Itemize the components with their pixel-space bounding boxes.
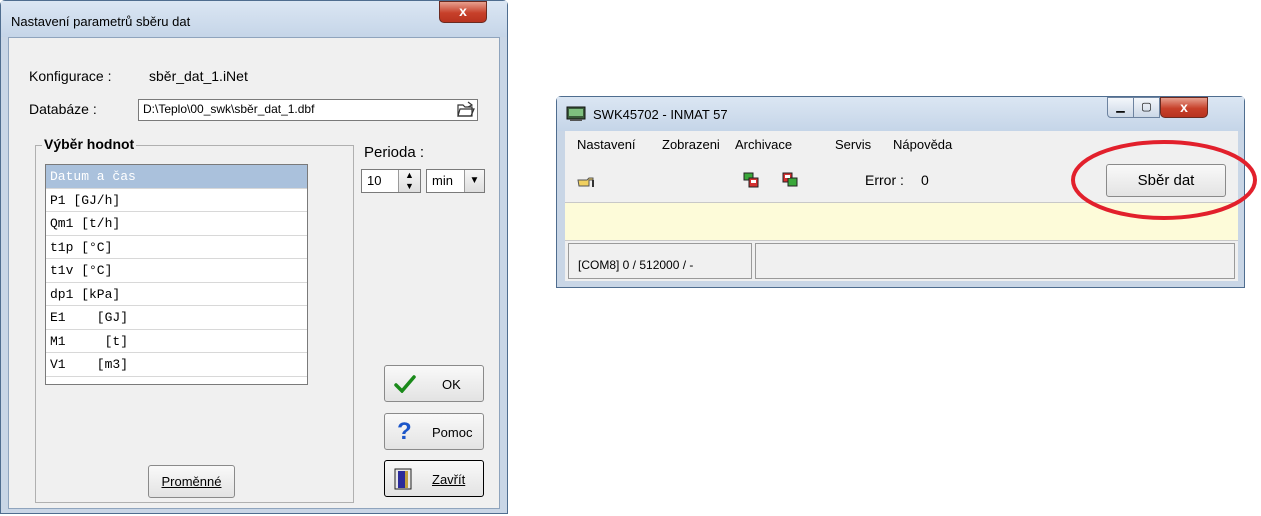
list-item[interactable]: E1 [GJ] <box>46 306 307 330</box>
variables-button[interactable]: Proměnné <box>148 465 235 498</box>
menu-archivace[interactable]: Archivace <box>735 137 792 152</box>
variables-button-label: Proměnné <box>161 474 222 489</box>
period-label: Perioda : <box>364 144 425 161</box>
highlight-ellipse <box>1071 140 1257 220</box>
maximize-icon[interactable]: ▢ <box>1133 97 1160 118</box>
list-item[interactable]: V1 [m3] <box>46 353 307 377</box>
dialog-body: Konfigurace : sběr_dat_1.iNet Databáze :… <box>8 37 500 509</box>
period-unit-select[interactable]: min ▼ <box>426 169 485 193</box>
list-item[interactable]: dp1 [kPa] <box>46 283 307 306</box>
config-value: sběr_dat_1.iNet <box>149 68 248 84</box>
window-titlebar[interactable]: SWK45702 - INMAT 57 ▁ ▢ x <box>557 97 1244 131</box>
config-label: Konfigurace : <box>29 68 112 84</box>
help-button-label: Pomoc <box>432 425 473 440</box>
period-unit-value: min <box>432 173 453 188</box>
ok-button[interactable]: OK <box>384 365 484 402</box>
question-mark-icon: ? <box>397 418 412 445</box>
load-data-icon[interactable] <box>743 172 759 188</box>
status-panel-empty <box>755 243 1235 279</box>
database-path-value: D:\Teplo\00_swk\sběr_dat_1.dbf <box>143 102 315 116</box>
period-value: 10 <box>367 173 382 188</box>
database-label: Databáze : <box>29 101 97 117</box>
list-item[interactable]: Datum a čas <box>46 165 307 189</box>
dialog-titlebar[interactable]: Nastavení parametrů sběru dat x <box>1 1 507 37</box>
list-item[interactable]: Qm1 [t/h] <box>46 212 307 236</box>
parameters-dialog: Nastavení parametrů sběru dat x Konfigur… <box>0 0 508 514</box>
save-data-icon[interactable] <box>782 172 798 188</box>
values-listbox[interactable]: Datum a čas P1 [GJ/h] Qm1 [t/h] t1p [°C] t1v… <box>45 164 308 385</box>
list-item[interactable]: M1 [t] <box>46 330 307 353</box>
menu-servis[interactable]: Servis <box>835 137 871 152</box>
status-panel-port: [COM8] 0 / 512000 / - <box>568 243 752 279</box>
open-folder-icon[interactable] <box>457 101 475 118</box>
close-button-label: Zavřít <box>432 472 466 487</box>
values-group-label: Výběr hodnot <box>42 136 137 152</box>
database-path-field[interactable]: D:\Teplo\00_swk\sběr_dat_1.dbf <box>138 99 478 121</box>
chevron-down-icon[interactable]: ▼ <box>464 170 484 192</box>
values-list: Datum a čas P1 [GJ/h] Qm1 [t/h] t1p [°C] t1v… <box>46 165 307 377</box>
window-title: SWK45702 - INMAT 57 <box>593 107 728 122</box>
list-item[interactable]: t1v [°C] <box>46 259 307 283</box>
exit-door-icon <box>393 468 415 493</box>
pointing-hand-icon[interactable] <box>577 175 595 189</box>
error-label: Error : <box>865 172 904 188</box>
help-button[interactable]: ? Pomoc <box>384 413 484 450</box>
close-button[interactable]: Zavřít <box>384 460 484 497</box>
period-stepper[interactable]: 10 ▲ ▼ <box>361 169 421 193</box>
window-close-icon[interactable]: x <box>1160 97 1208 118</box>
list-item[interactable]: t1p [°C] <box>46 236 307 259</box>
menu-napoveda[interactable]: Nápověda <box>893 137 952 152</box>
dialog-close-icon[interactable]: x <box>439 1 487 23</box>
checkmark-icon <box>394 375 416 396</box>
minimize-icon[interactable]: ▁ <box>1107 97 1134 118</box>
stepper-arrows-icon[interactable]: ▲ ▼ <box>398 170 420 192</box>
menu-zobrazeni[interactable]: Zobrazeni <box>662 137 720 152</box>
error-count: 0 <box>921 172 929 188</box>
ok-button-label: OK <box>442 377 461 392</box>
menu-nastaveni[interactable]: Nastavení <box>577 137 636 152</box>
status-bar: [COM8] 0 / 512000 / - <box>565 241 1238 281</box>
status-port-text: [COM8] 0 / 512000 / - <box>578 258 694 272</box>
dialog-title: Nastavení parametrů sběru dat <box>11 14 191 29</box>
app-icon <box>566 106 586 122</box>
list-item[interactable]: P1 [GJ/h] <box>46 189 307 212</box>
